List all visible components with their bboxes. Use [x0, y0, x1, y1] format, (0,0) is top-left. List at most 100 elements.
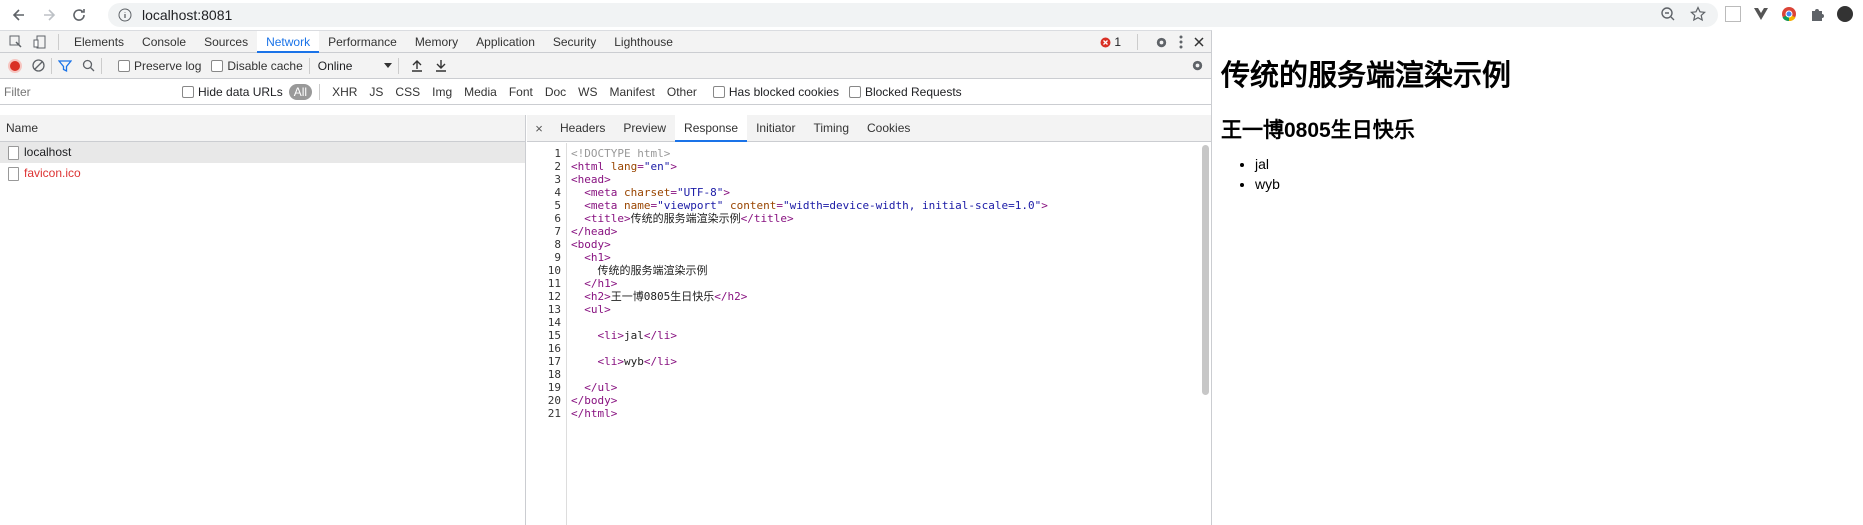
- reload-icon[interactable]: [68, 4, 90, 26]
- preserve-log-checkbox[interactable]: Preserve log: [118, 59, 201, 73]
- line-source: <ul>: [584, 303, 611, 316]
- search-icon[interactable]: [82, 59, 95, 72]
- hide-data-urls-checkbox[interactable]: Hide data URLs: [182, 85, 283, 99]
- close-icon[interactable]: [1193, 36, 1205, 48]
- tab-lighthouse[interactable]: Lighthouse: [605, 31, 682, 53]
- clear-icon[interactable]: [32, 59, 45, 72]
- code-line: 5 <meta name="viewport" content="width=d…: [527, 199, 1197, 212]
- line-number: 8: [554, 238, 561, 251]
- chrome-icon[interactable]: [1781, 6, 1797, 22]
- tab-security[interactable]: Security: [544, 31, 605, 53]
- line-number: 9: [554, 251, 561, 264]
- column-header-name[interactable]: Name: [0, 115, 525, 142]
- checkbox[interactable]: [182, 85, 194, 98]
- avatar[interactable]: [1837, 6, 1853, 22]
- back-icon[interactable]: [8, 4, 30, 26]
- tab-elements[interactable]: Elements: [65, 31, 133, 53]
- type-filter-css[interactable]: CSS: [390, 84, 425, 100]
- type-filter-doc[interactable]: Doc: [540, 84, 571, 100]
- checkbox[interactable]: [712, 85, 725, 98]
- line-number: 1: [554, 147, 561, 160]
- line-number: 6: [554, 212, 561, 225]
- more-icon[interactable]: [1179, 35, 1183, 49]
- document-icon: [8, 166, 19, 181]
- upload-icon[interactable]: [411, 59, 423, 72]
- type-filter-font[interactable]: Font: [504, 84, 538, 100]
- code-line: 6 <title>传统的服务端渲染示例</title>: [527, 212, 1197, 225]
- filter-input[interactable]: [4, 82, 172, 101]
- puzzle-icon[interactable]: [1809, 6, 1825, 22]
- scrollbar[interactable]: [1202, 145, 1209, 395]
- type-filter-ws[interactable]: WS: [573, 84, 602, 100]
- response-viewer[interactable]: 1 <!DOCTYPE html> 2 <html lang="en"> 3 <head>…: [527, 143, 1197, 525]
- record-icon[interactable]: [8, 58, 22, 73]
- zoom-icon[interactable]: [1660, 6, 1676, 22]
- blocked-requests-checkbox[interactable]: Blocked Requests: [848, 85, 962, 99]
- tab-console[interactable]: Console: [133, 31, 195, 53]
- line-source: </head>: [571, 225, 618, 238]
- has-blocked-cookies-checkbox[interactable]: Has blocked cookies: [712, 85, 839, 99]
- info-icon[interactable]: [118, 8, 132, 22]
- type-filter-img[interactable]: Img: [427, 84, 457, 100]
- tab-network[interactable]: Network: [257, 30, 320, 53]
- download-icon[interactable]: [435, 59, 447, 72]
- tab-cookies[interactable]: Cookies: [858, 115, 919, 142]
- disable-cache-label: Disable cache: [227, 58, 303, 73]
- tab-preview[interactable]: Preview: [614, 115, 675, 142]
- tab-application[interactable]: Application: [467, 31, 544, 53]
- item-list: jal wyb: [1255, 156, 1863, 192]
- line-source: <h1>: [584, 251, 611, 264]
- tab-response[interactable]: Response: [675, 114, 748, 142]
- list-item: jal: [1255, 156, 1863, 172]
- code-line: 9 <h1>: [527, 251, 1197, 264]
- hide-data-urls-label: Hide data URLs: [198, 84, 283, 99]
- inspect-icon[interactable]: [8, 34, 24, 50]
- request-row[interactable]: favicon.ico: [0, 163, 525, 184]
- error-badge[interactable]: 1: [1100, 35, 1121, 49]
- disable-cache-checkbox[interactable]: Disable cache: [211, 58, 303, 73]
- tab-timing[interactable]: Timing: [804, 115, 858, 142]
- type-filter-manifest[interactable]: Manifest: [605, 84, 660, 100]
- network-toolbar: Preserve log Disable cache Online: [0, 53, 1211, 79]
- browser-toolbar: localhost:8081: [0, 0, 1863, 30]
- code-line: 12 <h2>王一博0805生日快乐</h2>: [527, 290, 1197, 303]
- throttling-value: Online: [317, 58, 353, 73]
- checkbox[interactable]: [118, 59, 130, 72]
- line-source: <head>: [571, 173, 611, 186]
- code-line: 17 <li>wyb</li>: [527, 355, 1197, 368]
- ext-icon-1[interactable]: [1725, 6, 1741, 22]
- tab-performance[interactable]: Performance: [319, 31, 406, 53]
- line-source: <body>: [571, 238, 611, 251]
- device-toolbar-icon[interactable]: [32, 34, 48, 50]
- type-filter-xhr[interactable]: XHR: [327, 84, 362, 100]
- code-lines: 1 <!DOCTYPE html> 2 <html lang="en"> 3 <head>…: [527, 147, 1197, 420]
- tab-memory[interactable]: Memory: [406, 31, 467, 53]
- tab-initiator[interactable]: Initiator: [747, 115, 804, 142]
- url-text[interactable]: localhost:8081: [142, 7, 232, 23]
- line-number: 18: [547, 368, 561, 381]
- line-number: 16: [547, 342, 561, 355]
- type-filter-js[interactable]: JS: [364, 84, 388, 100]
- star-icon[interactable]: [1690, 6, 1706, 22]
- code-line: 15 <li>jal</li>: [527, 329, 1197, 342]
- details-tabbar: × Headers Preview Response Initiator Tim…: [527, 114, 1211, 142]
- type-filter-media[interactable]: Media: [459, 84, 502, 100]
- error-count: 1: [1114, 35, 1121, 49]
- divider: [1137, 34, 1138, 50]
- vue-icon[interactable]: [1753, 6, 1769, 22]
- gear-icon[interactable]: [1154, 35, 1169, 50]
- type-filter-other[interactable]: Other: [662, 84, 702, 100]
- forward-icon[interactable]: [38, 4, 60, 26]
- address-bar[interactable]: localhost:8081: [108, 3, 1718, 27]
- type-filter-all[interactable]: All: [288, 83, 313, 100]
- request-row[interactable]: localhost: [0, 142, 525, 163]
- close-icon[interactable]: ×: [527, 121, 551, 136]
- gear-icon[interactable]: [1190, 58, 1205, 73]
- line-source: <li>jal</li>: [597, 329, 678, 342]
- tab-sources[interactable]: Sources: [195, 31, 257, 53]
- checkbox[interactable]: [848, 85, 861, 98]
- filter-icon[interactable]: [58, 59, 72, 73]
- tab-headers[interactable]: Headers: [551, 115, 614, 142]
- throttling-select[interactable]: Online: [318, 59, 392, 73]
- checkbox[interactable]: [211, 59, 224, 72]
